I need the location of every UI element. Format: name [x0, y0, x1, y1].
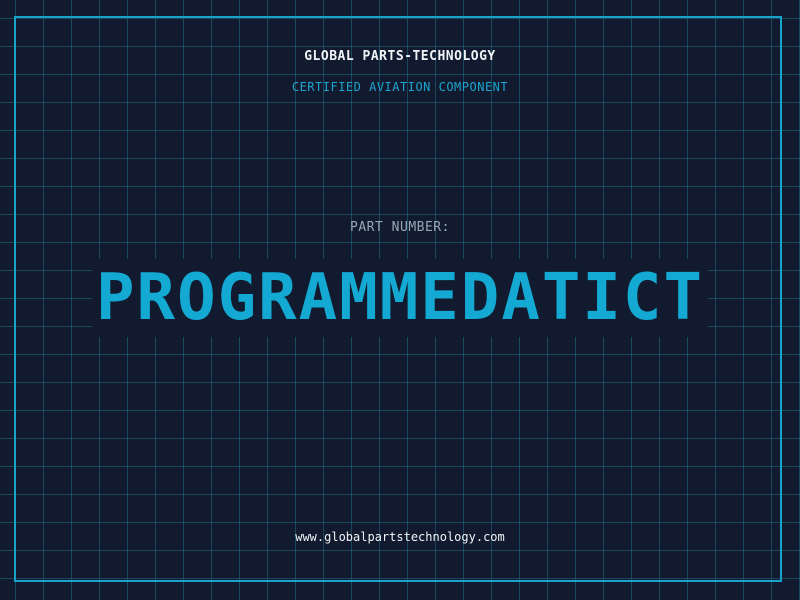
company-name: GLOBAL PARTS-TECHNOLOGY — [304, 49, 496, 64]
label-card: GLOBAL PARTS-TECHNOLOGY CERTIFIED AVIATI… — [0, 0, 800, 600]
company-tagline: CERTIFIED AVIATION COMPONENT — [291, 80, 509, 94]
part-number-container: PROGRAMMEDATICT — [0, 259, 800, 337]
website-url: www.globalpartstechnology.com — [295, 530, 505, 544]
part-number-label: PART NUMBER: — [350, 220, 450, 235]
part-number-value: PROGRAMMEDATICT — [92, 259, 708, 337]
